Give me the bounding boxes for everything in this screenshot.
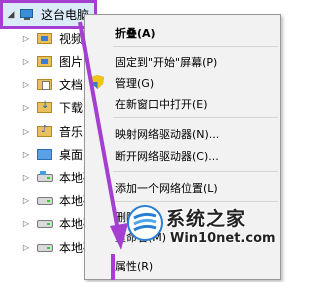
drive-icon [37, 240, 53, 254]
collapse-arrow-icon[interactable]: ◢ [5, 10, 17, 20]
tree-root-label: 这台电脑 [41, 8, 90, 22]
expand-arrow-icon[interactable]: ▷ [21, 219, 31, 228]
menu-item-label: 固定到"开始"屏幕(P) [115, 56, 218, 69]
watermark-title: 系统之家 [166, 208, 247, 230]
menu-item-add-network-location[interactable]: 添加一个网络位置(L) [85, 177, 280, 197]
drive-icon [37, 216, 53, 230]
desktop-folder-icon [37, 147, 53, 161]
menu-item-open-new-window[interactable]: 在新窗口中打开(E) [85, 93, 280, 113]
shield-icon [91, 75, 104, 89]
system-drive-icon [37, 170, 53, 184]
menu-item-label: 映射网络驱动器(N)... [115, 128, 220, 141]
pictures-folder-icon [37, 54, 53, 68]
menu-separator [113, 46, 278, 47]
menu-item-collapse[interactable]: 折叠(A) [85, 22, 280, 42]
menu-item-label: 添加一个网络位置(L) [115, 182, 218, 195]
tree-item-label: 下载 [59, 100, 84, 115]
expand-arrow-icon[interactable]: ▷ [21, 127, 31, 136]
watermark-url: Win10net.com [170, 231, 276, 246]
menu-item-manage[interactable]: 管理(G) [85, 72, 280, 92]
menu-item-pin-to-start[interactable]: 固定到"开始"屏幕(P) [85, 51, 280, 71]
menu-item-label: 断开网络驱动器(C)... [115, 150, 219, 163]
expand-arrow-icon[interactable]: ▷ [21, 80, 31, 89]
downloads-folder-icon [37, 100, 53, 114]
expand-arrow-icon[interactable]: ▷ [21, 196, 31, 205]
tree-item-label: 音乐 [59, 124, 84, 139]
menu-separator [113, 171, 278, 172]
tree-item-label: 图片 [59, 54, 84, 69]
documents-folder-icon [37, 77, 53, 91]
menu-item-map-network-drive[interactable]: 映射网络驱动器(N)... [85, 123, 280, 143]
expand-arrow-icon[interactable]: ▷ [21, 150, 31, 159]
tree-item-label: 文档 [59, 77, 84, 92]
windows-logo-icon [127, 205, 163, 241]
expand-arrow-icon[interactable]: ▷ [21, 173, 31, 182]
tree-item-label: 桌面 [59, 147, 84, 162]
menu-separator [113, 117, 278, 118]
tree-item-this-pc[interactable]: ◢ 这台电脑 [0, 0, 97, 29]
expand-arrow-icon[interactable]: ▷ [21, 57, 31, 66]
computer-icon [19, 8, 35, 21]
expand-arrow-icon[interactable]: ▷ [21, 34, 31, 43]
tree-item-label: 视频 [59, 31, 84, 46]
watermark: 系统之家 Win10net.com [126, 200, 282, 280]
expand-arrow-icon[interactable]: ▷ [21, 243, 31, 252]
drive-icon [37, 193, 53, 207]
expand-arrow-icon[interactable]: ▷ [21, 103, 31, 112]
menu-item-disconnect-network-drive[interactable]: 断开网络驱动器(C)... [85, 145, 280, 165]
video-folder-icon [37, 31, 53, 45]
menu-item-label: 在新窗口中打开(E) [115, 98, 208, 111]
menu-item-label: 折叠(A) [115, 27, 156, 40]
menu-item-label: 管理(G) [115, 77, 155, 90]
music-folder-icon [37, 124, 53, 138]
